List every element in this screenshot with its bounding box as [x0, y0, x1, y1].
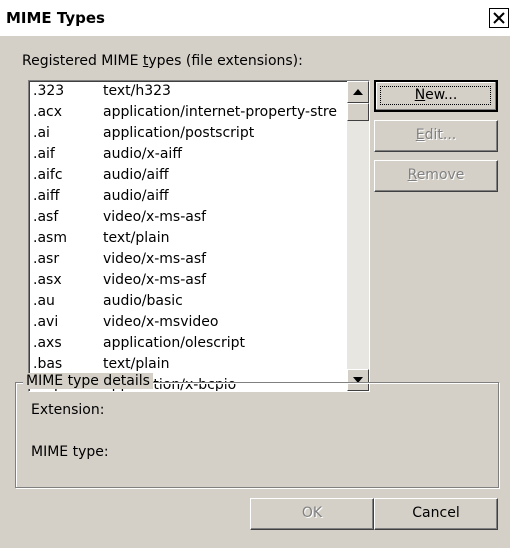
remove-button[interactable]: Remove	[374, 160, 498, 192]
mime-details-legend: MIME type details	[23, 373, 153, 389]
list-item-mime-type: application/internet-property-stre	[103, 104, 337, 120]
scroll-thumb[interactable]	[347, 103, 369, 121]
list-item-mime-type: video/x-msvideo	[103, 314, 219, 330]
extension-label: Extension:	[31, 402, 105, 418]
list-item[interactable]: .asf video/x-ms-asf	[29, 207, 342, 228]
list-item-mime-type: video/x-ms-asf	[103, 251, 207, 267]
vertical-scrollbar[interactable]	[347, 81, 369, 391]
list-item-extension: .ai	[33, 125, 50, 141]
scroll-up-button[interactable]	[347, 81, 369, 103]
list-item[interactable]: .asm text/plain	[29, 228, 342, 249]
dialog-body: Registered MIME types (file extensions):…	[0, 36, 510, 548]
list-item-extension: .asx	[33, 272, 62, 288]
edit-button[interactable]: Edit...	[374, 120, 498, 152]
list-item[interactable]: .aif audio/x-aiff	[29, 144, 342, 165]
list-item-extension: .asf	[33, 209, 59, 225]
list-item-mime-type: video/x-ms-asf	[103, 272, 207, 288]
mime-type-label: MIME type:	[31, 444, 109, 460]
list-item[interactable]: .aifc audio/aiff	[29, 165, 342, 186]
mime-types-list[interactable]: .323 text/h323 .acx application/internet-pr…	[28, 80, 370, 392]
ok-button[interactable]: OK	[250, 498, 374, 530]
list-item[interactable]: .asx video/x-ms-asf	[29, 270, 342, 291]
list-item-mime-type: video/x-ms-asf	[103, 209, 207, 225]
list-item-mime-type: text/h323	[103, 83, 171, 99]
mime-rows: .323 text/h323 .acx application/internet-pr…	[29, 81, 342, 391]
list-item-mime-type: text/plain	[103, 230, 170, 246]
list-item-extension: .aif	[33, 146, 55, 162]
list-item-extension: .au	[33, 293, 55, 309]
mime-details-group	[15, 382, 499, 488]
arrow-up-icon	[353, 89, 363, 95]
list-item[interactable]: .bas text/plain	[29, 354, 342, 375]
list-item[interactable]: .323 text/h323	[29, 81, 342, 102]
mime-list-label: Registered MIME types (file extensions):	[22, 53, 303, 69]
list-item-mime-type: audio/x-aiff	[103, 146, 182, 162]
close-button[interactable]	[489, 8, 509, 28]
list-item-mime-type: audio/aiff	[103, 188, 169, 204]
list-item-extension: .acx	[33, 104, 63, 120]
list-item-extension: .323	[33, 83, 65, 99]
list-item-extension: .asr	[33, 251, 60, 267]
title-bar: MIME Types	[0, 0, 510, 36]
list-item-extension: .aifc	[33, 167, 63, 183]
list-item-mime-type: application/postscript	[103, 125, 255, 141]
list-item-extension: .axs	[33, 335, 62, 351]
list-item-mime-type: audio/aiff	[103, 167, 169, 183]
list-item-mime-type: audio/basic	[103, 293, 183, 309]
list-item-extension: .asm	[33, 230, 67, 246]
list-item-extension: .bas	[33, 356, 63, 372]
list-item-extension: .avi	[33, 314, 59, 330]
list-item-mime-type: text/plain	[103, 356, 170, 372]
list-item[interactable]: .au audio/basic	[29, 291, 342, 312]
window-title: MIME Types	[6, 9, 105, 27]
list-item[interactable]: .asr video/x-ms-asf	[29, 249, 342, 270]
list-item[interactable]: .ai application/postscript	[29, 123, 342, 144]
list-item[interactable]: .aiff audio/aiff	[29, 186, 342, 207]
new-button[interactable]: New...	[374, 80, 498, 112]
cancel-button[interactable]: Cancel	[374, 498, 498, 530]
list-item-mime-type: application/olescript	[103, 335, 246, 351]
close-icon	[493, 12, 505, 24]
list-item[interactable]: .axs application/olescript	[29, 333, 342, 354]
list-item[interactable]: .acx application/internet-property-stre	[29, 102, 342, 123]
list-item-extension: .aiff	[33, 188, 60, 204]
list-item[interactable]: .avi video/x-msvideo	[29, 312, 342, 333]
